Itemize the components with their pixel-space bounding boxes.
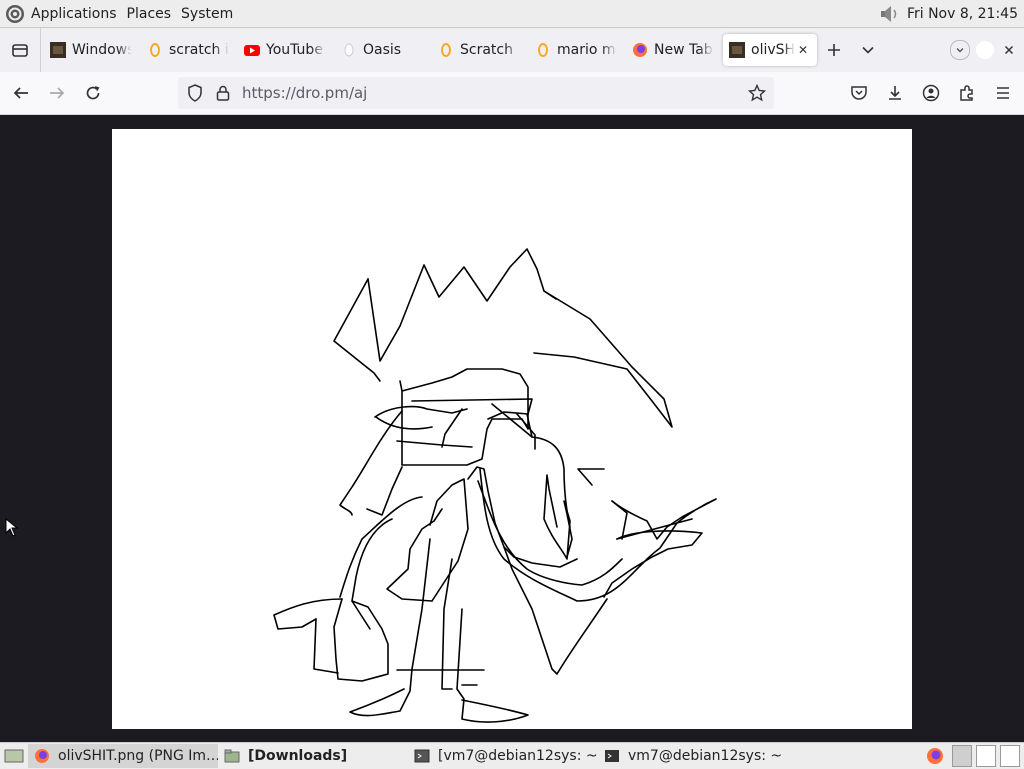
image-thumb-icon [729,42,745,58]
volume-icon[interactable] [879,4,901,24]
downloads-button[interactable] [880,78,910,108]
tab-scratch-image[interactable]: scratch image [141,34,235,66]
tab-new-tab[interactable]: New Tab [626,34,720,66]
new-tab-button[interactable] [817,34,851,66]
back-icon [13,87,28,99]
forward-icon [50,87,65,99]
workspace-2[interactable] [976,745,996,767]
reload-icon [86,86,100,100]
taskbar-item-firefox[interactable]: olivSHIT.png (PNG Im… [28,744,218,768]
chevron-down-icon [956,48,964,53]
firefox-icon [34,748,50,764]
tab-title: Scratch [460,42,513,58]
terminal-icon [604,748,620,764]
debian-swirl-icon[interactable] [5,4,25,24]
taskbar-item-label: [Downloads] [248,748,348,764]
menu-system[interactable]: System [181,6,233,22]
bookmark-star-icon[interactable] [748,84,766,102]
tab-title: YouTube [266,42,323,58]
pocket-button[interactable] [844,78,874,108]
page-viewport[interactable] [0,115,1024,741]
mouse-cursor-icon [5,518,19,537]
navigation-bar: https://dro.pm/aj [0,72,1024,115]
reload-button[interactable] [78,78,108,108]
workspace-3[interactable] [1000,745,1020,767]
tab-strip: Windows scratch image YouTube Oasis Scra… [0,28,1024,72]
tab-title: olivSHIT.png [751,42,795,58]
tab-title: New Tab [654,42,713,58]
tab-title: mario m [557,42,616,58]
menu-icon [997,87,1009,99]
tab-youtube[interactable]: YouTube [238,34,332,66]
shield-icon[interactable] [186,84,204,102]
tab-olivshit-active[interactable]: olivSHIT.png ✕ [723,34,817,66]
workspace-switcher [922,744,1024,768]
taskbar: olivSHIT.png (PNG Im… [Downloads] [vm7@d… [0,742,1024,769]
displayed-image[interactable] [112,129,912,729]
folder-icon [224,748,240,764]
maximize-window-button[interactable] [976,41,994,59]
taskbar-item-terminal-1[interactable]: [vm7@debian12sys: ~] [408,744,598,768]
url-bar[interactable]: https://dro.pm/aj [178,77,774,109]
taskbar-item-downloads[interactable]: [Downloads] [218,744,408,768]
terminal-icon [414,748,430,764]
workspace-1[interactable] [952,745,972,767]
extensions-button[interactable] [952,78,982,108]
top-panel: Applications Places System Fri Nov 8, 21… [0,0,1024,28]
tab-oasis[interactable]: Oasis [335,34,429,66]
youtube-icon [244,42,260,58]
forward-button[interactable] [42,78,72,108]
plus-icon [828,44,840,56]
tab-mario[interactable]: mario m [529,34,623,66]
firefox-icon [632,42,648,58]
scratch-cat-icon [535,42,551,58]
tab-title: Windows [72,42,132,58]
taskbar-item-terminal-2[interactable]: vm7@debian12sys: ~ [598,744,788,768]
close-tab-icon[interactable]: ✕ [795,43,811,57]
pocket-icon [851,86,867,100]
scratch-cat-icon [147,42,163,58]
image-thumb-icon [50,42,66,58]
tab-scratch[interactable]: Scratch [432,34,526,66]
tab-overview-icon [12,44,28,57]
extensions-icon [960,85,973,101]
tab-title: scratch image [169,42,229,58]
chevron-down-icon [862,46,874,54]
app-menu-button[interactable] [988,78,1018,108]
taskbar-item-label: [vm7@debian12sys: ~] [438,748,598,764]
lock-icon[interactable] [214,84,232,102]
minimize-window-button[interactable] [950,40,970,60]
account-button[interactable] [916,78,946,108]
tab-overview-button[interactable] [0,28,41,72]
taskbar-item-label: vm7@debian12sys: ~ [628,748,783,764]
tab-windows[interactable]: Windows [44,34,138,66]
url-text[interactable]: https://dro.pm/aj [242,84,748,102]
menu-places[interactable]: Places [127,6,172,22]
taskbar-firefox-launcher[interactable] [922,744,948,768]
taskbar-item-label: olivSHIT.png (PNG Im… [58,748,218,764]
back-button[interactable] [6,78,36,108]
toolbar-right [838,78,1018,108]
list-all-tabs-button[interactable] [851,34,885,66]
account-icon [922,84,940,102]
close-icon [1004,45,1014,55]
tab-title: Oasis [363,42,402,58]
close-window-button[interactable] [1000,41,1018,59]
firefox-icon [927,748,943,764]
menu-applications[interactable]: Applications [31,6,117,22]
sketch-drawing [273,248,717,723]
oasis-icon [341,42,357,58]
panel-tray: Fri Nov 8, 21:45 [879,4,1024,24]
show-desktop-button[interactable] [0,744,28,768]
clock[interactable]: Fri Nov 8, 21:45 [907,6,1018,22]
scratch-cat-icon [438,42,454,58]
show-desktop-icon [4,749,24,763]
download-icon [889,86,901,100]
